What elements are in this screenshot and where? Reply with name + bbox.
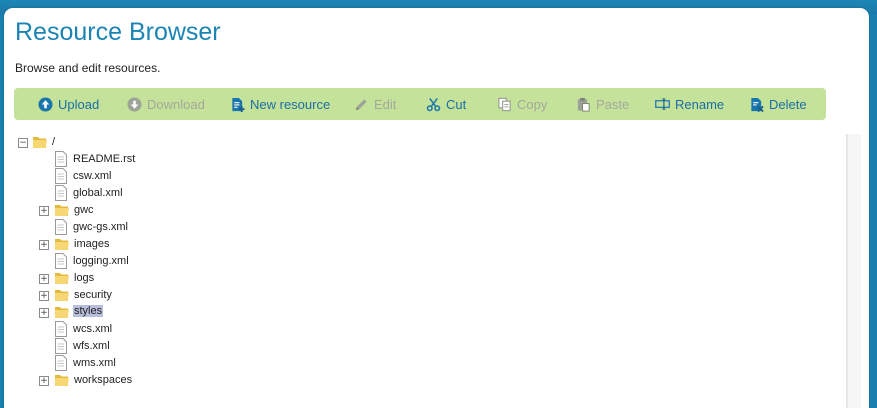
paste-button[interactable]: Paste [576,88,629,120]
download-label: Download [147,96,205,112]
tree-item-images[interactable]: + images [14,236,414,253]
download-icon [127,96,142,112]
tree-item-label: security [74,289,112,301]
edit-button[interactable]: Edit [354,88,396,120]
new-document-icon [232,97,245,112]
tree-root[interactable]: − / [14,134,414,151]
rename-button[interactable]: Rename [655,88,724,120]
tree-item-label: wms.xml [73,357,116,369]
collapse-icon[interactable]: − [18,138,28,148]
tree-item-wms[interactable]: wms.xml [14,355,414,372]
expand-icon[interactable]: + [39,308,49,318]
tree-item-workspaces[interactable]: + workspaces [14,372,414,389]
file-icon [55,253,67,269]
tree-item-label: workspaces [74,374,133,386]
tree-item-label: README.rst [73,153,136,165]
download-button[interactable]: Download [127,88,205,120]
folder-icon [55,239,69,250]
cut-button[interactable]: Cut [426,88,466,120]
delete-button[interactable]: Delete [749,88,807,120]
upload-label: Upload [58,96,100,112]
tree-item-csw[interactable]: csw.xml [14,168,414,185]
tree-root-label: / [52,136,56,148]
tree-item-wcs[interactable]: wcs.xml [14,321,414,338]
page-title: Resource Browser [15,18,221,46]
tree-item-label: logging.xml [73,255,129,267]
tree-item-label: wcs.xml [73,323,113,335]
upload-icon [38,96,53,112]
scissors-icon [426,97,441,111]
copy-icon [498,97,511,111]
pencil-icon [355,98,367,110]
folder-icon [55,205,69,216]
tree-item-global[interactable]: global.xml [14,185,414,202]
tree-item-label-selected: styles [73,305,104,317]
tree-item-security[interactable]: + security [14,287,414,304]
new-resource-button[interactable]: New resource [230,88,330,120]
folder-icon [55,273,69,284]
page-subtitle: Browse and edit resources. [15,61,161,75]
delete-label: Delete [769,96,807,112]
tree-item-gwc[interactable]: + gwc [14,202,414,219]
file-icon [55,355,67,371]
rename-icon [655,97,670,110]
upload-button[interactable]: Upload [38,88,99,120]
expand-icon[interactable]: + [39,291,49,301]
folder-icon [55,290,69,301]
rename-label: Rename [675,96,725,112]
tree-item-wfs[interactable]: wfs.xml [14,338,414,355]
main-panel: Resource Browser Browse and edit resourc… [4,8,869,408]
resource-tree: − / README.rst csw.xml global.xml + gwc … [14,134,847,408]
copy-button[interactable]: Copy [497,88,547,120]
expand-icon[interactable]: + [39,240,49,250]
tree-item-label: wfs.xml [73,340,110,352]
expand-icon[interactable]: + [39,206,49,216]
file-icon [55,151,67,167]
tree-item-label: global.xml [73,187,123,199]
toolbar: Upload Download New resource Edit Cut Co… [14,88,826,120]
edit-label: Edit [374,96,397,112]
tree-item-label: logs [74,272,95,284]
tree-scrollbar[interactable] [847,134,861,408]
tree-item-label: csw.xml [73,170,112,182]
file-icon [55,185,67,201]
tree-item-styles[interactable]: + styles [14,304,414,321]
tree-item-label: gwc [74,204,94,216]
file-icon [55,168,67,184]
file-icon [55,321,67,337]
tree-item-logging[interactable]: logging.xml [14,253,414,270]
clipboard-icon [577,97,590,112]
tree-item-logs[interactable]: + logs [14,270,414,287]
tree-item-label: images [74,238,110,250]
folder-icon [55,307,69,318]
file-icon [55,338,67,354]
expand-icon[interactable]: + [39,376,49,386]
new-resource-label: New resource [250,96,331,112]
delete-document-icon [751,97,764,112]
tree-item-readme[interactable]: README.rst [14,151,414,168]
copy-label: Copy [517,96,548,112]
tree-item-label: gwc-gs.xml [73,221,129,233]
file-icon [55,219,67,235]
folder-open-icon [33,137,47,148]
expand-icon[interactable]: + [39,274,49,284]
tree-item-gwc-gs[interactable]: gwc-gs.xml [14,219,414,236]
paste-label: Paste [596,96,630,112]
cut-label: Cut [446,96,467,112]
folder-icon [55,375,69,386]
